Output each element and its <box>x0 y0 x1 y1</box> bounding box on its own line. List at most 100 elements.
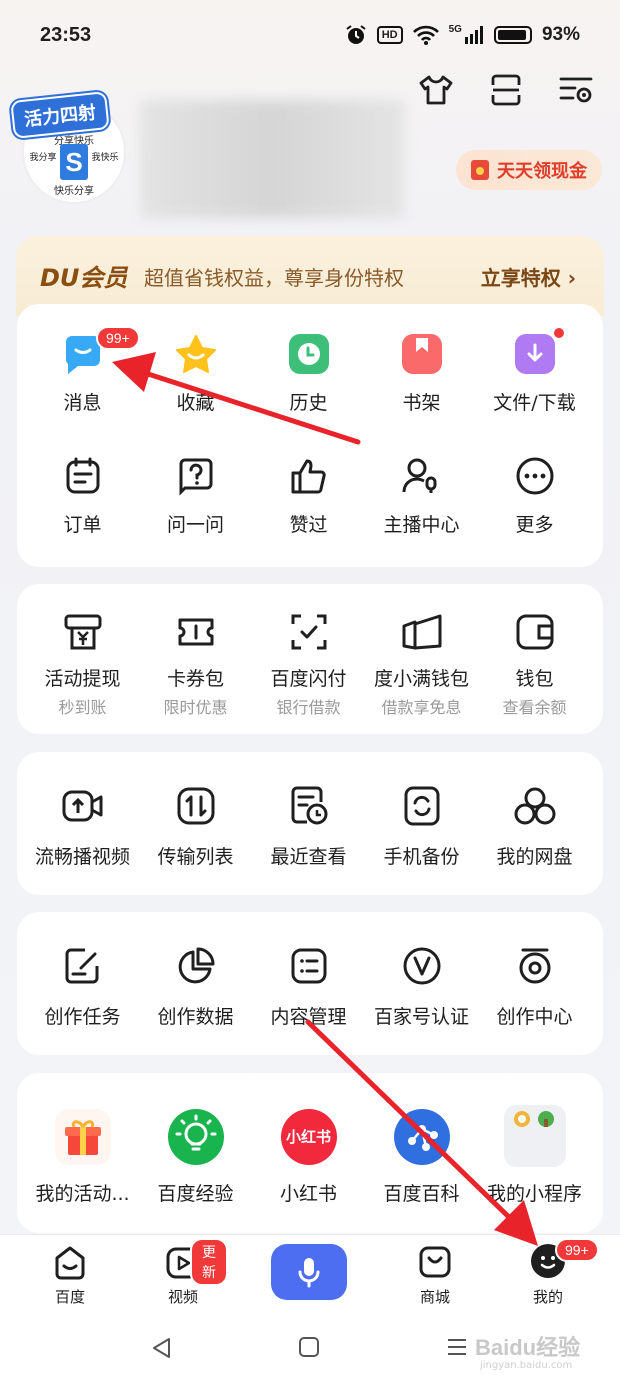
create-verify[interactable]: 百家号认证 <box>365 946 478 1028</box>
mini-programs-icon <box>503 1105 566 1167</box>
download-dot <box>554 328 564 338</box>
wallet-sub: 查看余额 <box>502 698 567 717</box>
battery-icon <box>493 26 532 44</box>
battery-percent: 93% <box>541 24 580 45</box>
nav-label: 我的 <box>532 1288 563 1306</box>
wallet-label: 钱包 <box>515 668 554 690</box>
transfer-icon <box>176 786 216 826</box>
disk-video[interactable]: 流畅播视频 <box>26 786 139 868</box>
tool-orders[interactable]: 订单 <box>26 456 139 536</box>
tool-label: 赞过 <box>289 514 328 536</box>
baidu-home-icon <box>53 1244 87 1280</box>
wallet-label: 度小满钱包 <box>373 668 469 690</box>
back-icon[interactable] <box>150 1336 174 1360</box>
xiaohongshu-icon: 小红书 <box>280 1109 337 1165</box>
quick-downloads[interactable]: 文件/下载 <box>478 328 591 414</box>
app-label: 百度百科 <box>383 1183 460 1205</box>
wallet-card: 活动提现 秒到账 卡券包 限时优惠 百度闪付 银行借款 度小满钱包 借款享免息 … <box>17 584 603 734</box>
cash-button[interactable]: 天天领现金 <box>456 150 602 190</box>
wallet-label: 卡券包 <box>166 668 224 690</box>
create-card: 创作任务 创作数据 内容管理 百家号认证 创作中心 <box>17 912 603 1055</box>
wallet-quickpay[interactable]: 百度闪付 银行借款 <box>252 612 365 722</box>
home-square-icon[interactable] <box>298 1336 320 1358</box>
create-label: 创作任务 <box>44 1006 121 1028</box>
quick-messages[interactable]: 99+ 消息 <box>26 326 140 414</box>
creator-center-icon <box>515 946 555 986</box>
wallet-balance[interactable]: 钱包 查看余额 <box>478 612 591 722</box>
baike-network-icon <box>393 1109 450 1165</box>
vip-title: DU会员 <box>40 264 128 292</box>
tool-label: 主播中心 <box>383 514 460 536</box>
quick-history[interactable]: 历史 <box>252 334 365 414</box>
status-time: 23:53 <box>40 24 92 46</box>
disk-label: 流畅播视频 <box>34 846 130 868</box>
vip-desc: 超值省钱权益，尊享身份特权 <box>144 266 404 290</box>
list-manage-icon <box>289 946 329 986</box>
app-label: 我的活动... <box>35 1183 130 1205</box>
scan-icon[interactable] <box>488 72 524 108</box>
duxiaoman-icon <box>400 612 444 652</box>
quick-card: 99+ 消息 收藏 历史 书架 文件/下载 订单 问一问 赞过 主播中心 更多 <box>17 304 603 567</box>
wallet-label: 百度闪付 <box>270 668 347 690</box>
vip-link[interactable]: 立享特权 › <box>481 262 576 291</box>
disk-card: 流畅播视频 传输列表 最近查看 手机备份 我的网盘 <box>17 752 603 895</box>
create-center[interactable]: 创作中心 <box>478 946 591 1028</box>
app-baike[interactable]: 百度百科 <box>365 1109 478 1209</box>
verify-v-icon <box>402 946 442 986</box>
disk-label: 传输列表 <box>157 846 234 868</box>
video-camera-icon <box>61 786 105 826</box>
quick-label: 书架 <box>402 392 441 414</box>
wallet-duxiaoman[interactable]: 度小满钱包 借款享免息 <box>365 612 478 722</box>
disk-mydisk[interactable]: 我的网盘 <box>478 786 591 868</box>
app-xiaohongshu[interactable]: 小红书 小红书 <box>252 1109 365 1209</box>
quick-bookshelf[interactable]: 书架 <box>365 334 478 414</box>
create-data[interactable]: 创作数据 <box>139 946 252 1028</box>
tool-label: 更多 <box>515 514 554 536</box>
create-label: 百家号认证 <box>373 1006 469 1028</box>
recents-menu-icon[interactable] <box>446 1336 468 1358</box>
disk-backup[interactable]: 手机备份 <box>365 786 478 868</box>
tool-label: 订单 <box>63 514 102 536</box>
tool-more[interactable]: 更多 <box>478 456 591 536</box>
wallet-label: 活动提现 <box>44 668 121 690</box>
disk-transfer[interactable]: 传输列表 <box>139 786 252 868</box>
status-bar: 23:53 HD 5G 93% <box>0 0 620 76</box>
settings-icon[interactable] <box>558 72 594 108</box>
video-badge: 更新 <box>190 1238 228 1286</box>
create-tasks[interactable]: 创作任务 <box>26 946 139 1028</box>
lightbulb-icon <box>167 1109 224 1165</box>
create-content[interactable]: 内容管理 <box>252 946 365 1028</box>
cloud-disk-icon <box>513 786 557 826</box>
wallet-withdraw[interactable]: 活动提现 秒到账 <box>26 612 139 722</box>
app-label: 小红书 <box>279 1183 337 1205</box>
create-label: 创作数据 <box>157 1006 234 1028</box>
watermark-text: Baidu经验 <box>475 1335 581 1360</box>
voice-search-button[interactable] <box>271 1244 347 1300</box>
mine-badge: 99+ <box>555 1238 599 1262</box>
tool-ask[interactable]: 问一问 <box>139 456 252 536</box>
disk-recent[interactable]: 最近查看 <box>252 786 365 868</box>
recent-file-icon <box>289 786 329 826</box>
clock-icon <box>288 334 329 374</box>
skin-icon[interactable] <box>418 72 454 108</box>
username-blurred <box>140 100 405 218</box>
network-type: 5G <box>448 24 462 35</box>
wallet-coupons[interactable]: 卡券包 限时优惠 <box>139 612 252 722</box>
status-icons: HD 5G 93% <box>345 24 580 46</box>
disk-label: 手机备份 <box>383 846 460 868</box>
create-label: 内容管理 <box>270 1006 347 1028</box>
app-miniprograms[interactable]: 我的小程序 <box>478 1105 591 1209</box>
more-icon <box>515 456 555 496</box>
app-jingyan[interactable]: 百度经验 <box>139 1109 252 1209</box>
avatar-line-4: 快乐分享 <box>54 186 94 197</box>
tool-streamer[interactable]: 主播中心 <box>365 456 478 536</box>
tool-liked[interactable]: 赞过 <box>252 456 365 536</box>
wallet-icon <box>515 612 555 652</box>
avatar-line-3: 我快乐 <box>91 153 119 163</box>
app-activities[interactable]: 我的活动... <box>26 1109 139 1209</box>
quick-favorites[interactable]: 收藏 <box>139 334 252 414</box>
avatar-line-2: 我分享 <box>29 153 57 163</box>
gift-icon <box>54 1109 111 1165</box>
quick-label: 收藏 <box>176 392 215 414</box>
signal-icon: 5G <box>449 25 484 45</box>
